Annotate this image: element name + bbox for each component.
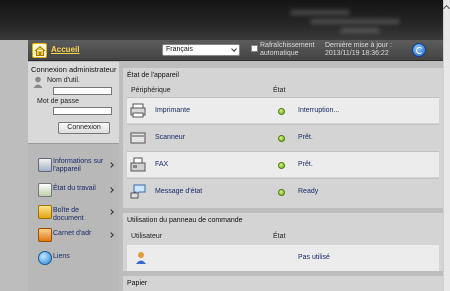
nav-address-book[interactable]: Carnet d'adr: [28, 225, 119, 247]
chevron-down-icon: [231, 46, 237, 52]
home-link[interactable]: Accueil: [51, 45, 79, 54]
col-state: État: [273, 87, 286, 94]
nav-label: Liens: [53, 253, 70, 260]
device-row-printer[interactable]: Imprimante Interruption...: [127, 97, 439, 123]
device-status-panel: État de l'appareil Périphérique État Imp…: [123, 68, 443, 208]
admin-login-box: Connexion administrateur Nom d'util. Mot…: [28, 62, 119, 144]
status-message-icon: [130, 184, 146, 199]
page-scrollbar[interactable]: [442, 0, 450, 291]
nav-links[interactable]: Liens: [28, 248, 119, 270]
panel-usage-user-row: Pas utilisé: [127, 245, 439, 271]
device-row-message[interactable]: Message d'état Ready: [127, 178, 439, 204]
login-button[interactable]: Connexion: [58, 122, 110, 134]
device-name[interactable]: Scanneur: [155, 134, 185, 141]
nav-device-info[interactable]: Informations sur l'appareil: [28, 155, 119, 177]
login-title: Connexion administrateur: [31, 65, 117, 74]
device-info-icon: [38, 158, 52, 172]
device-status-title: État de l'appareil: [127, 72, 179, 79]
user-icon: [33, 76, 43, 88]
auto-refresh-checkbox[interactable]: [251, 45, 258, 52]
document-box-icon: [38, 205, 52, 219]
password-field[interactable]: [53, 107, 112, 115]
fax-icon: [130, 157, 146, 172]
status-green-icon: [278, 162, 285, 169]
paper-title: Papier: [127, 280, 148, 287]
refresh-icon[interactable]: [412, 43, 426, 57]
language-select[interactable]: Français: [162, 44, 240, 56]
browser-top-area: [0, 0, 443, 40]
scroll-up-icon[interactable]: [442, 4, 450, 13]
address-book-icon: [38, 228, 52, 242]
nav-label: Boîte de document: [53, 207, 84, 222]
panel-usage-title: Utilisation du panneau de commande: [127, 217, 243, 224]
user-icon: [136, 252, 146, 264]
device-status: Prêt.: [298, 161, 313, 168]
device-status: Interruption...: [298, 107, 340, 114]
panel-usage-row: Pas utilisé: [123, 245, 443, 271]
device-row-scanner[interactable]: Scanneur Prêt.: [127, 124, 439, 150]
links-icon: [38, 251, 52, 265]
home-icon[interactable]: [32, 43, 47, 58]
job-status-icon: [38, 183, 52, 197]
last-update-label: Dernière mise à jour :: [325, 42, 392, 49]
panel-usage-status: Pas utilisé: [298, 254, 330, 261]
panel-usage-section: Utilisation du panneau de commande Utili…: [123, 213, 443, 247]
username-field[interactable]: [53, 87, 112, 95]
top-header-bar: Accueil Français Rafraîchissement automa…: [28, 40, 443, 61]
status-green-icon: [278, 189, 285, 196]
printer-icon: [130, 103, 146, 118]
col-state: État: [273, 233, 286, 240]
device-status: Prêt.: [298, 134, 313, 141]
nav-document-box[interactable]: Boîte de document: [28, 202, 119, 224]
password-label: Mot de passe: [37, 98, 80, 105]
left-sidebar: Connexion administrateur Nom d'util. Mot…: [28, 62, 119, 291]
last-update: Dernière mise à jour : 2013/11/19 18:36:…: [325, 42, 405, 58]
paper-section: Papier: [123, 276, 443, 291]
status-green-icon: [278, 135, 285, 142]
panel-usage-header: Utilisateur État: [127, 233, 439, 245]
col-device: Périphérique: [131, 87, 171, 94]
device-name[interactable]: FAX: [155, 161, 168, 168]
status-green-icon: [278, 108, 285, 115]
scanner-icon: [130, 132, 146, 144]
nav-label: Informations sur l'appareil: [53, 158, 104, 173]
auto-refresh-label: Rafraîchissement automatique: [260, 42, 315, 57]
nav-job-status[interactable]: État du travail: [28, 180, 119, 202]
device-row-fax[interactable]: FAX Prêt.: [127, 151, 439, 177]
col-user: Utilisateur: [131, 233, 163, 240]
nav-label: Carnet d'adr: [53, 230, 92, 237]
device-name[interactable]: Message d'état: [155, 188, 202, 195]
last-update-value: 2013/11/19 18:36:22: [325, 50, 389, 57]
device-status: Ready: [298, 188, 319, 195]
nav-label: État du travail: [53, 185, 96, 192]
language-value: Français: [166, 46, 193, 53]
device-name[interactable]: Imprimante: [155, 107, 190, 114]
username-label: Nom d'util.: [47, 77, 80, 84]
